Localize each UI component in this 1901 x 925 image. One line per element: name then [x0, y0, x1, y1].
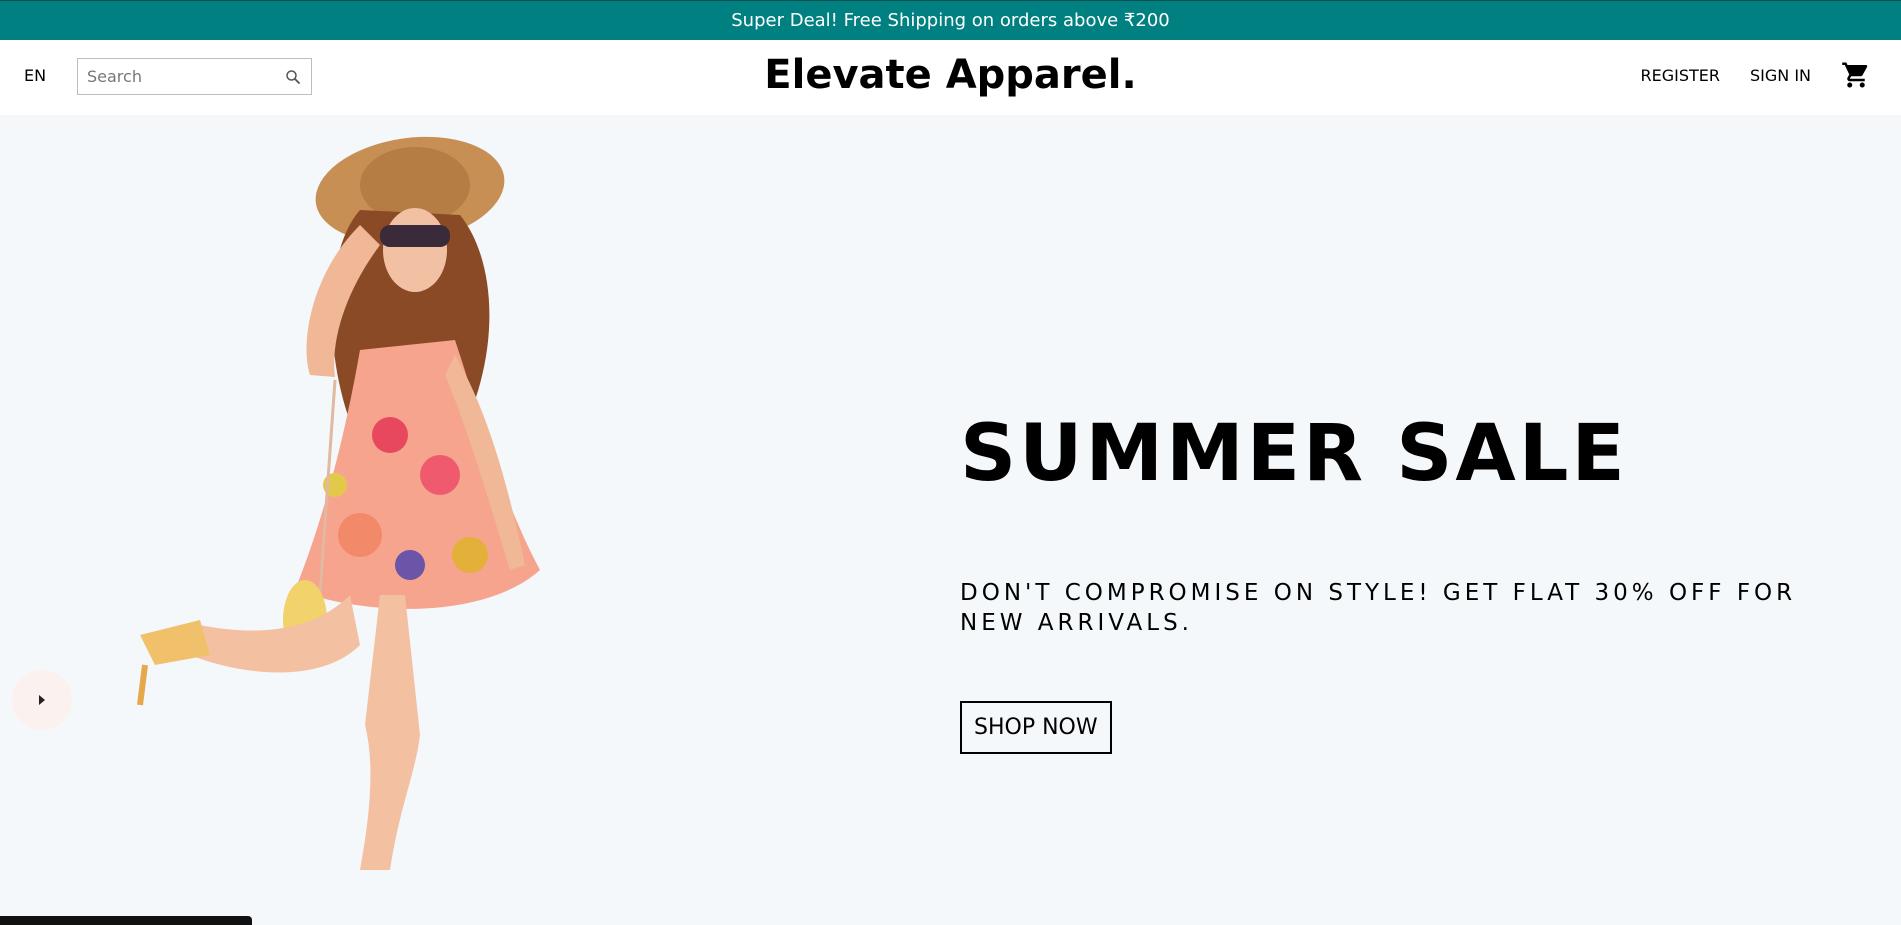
language-selector[interactable]: EN: [24, 66, 46, 85]
nav-actions: REGISTER SIGN IN: [1640, 60, 1871, 90]
announcement-text: Super Deal! Free Shipping on orders abov…: [731, 10, 1170, 31]
navbar: EN Elevate Apparel. REGISTER SIGN IN: [0, 40, 1901, 115]
hero-title: SUMMER SALE: [960, 409, 1628, 499]
announcement-bar: Super Deal! Free Shipping on orders abov…: [0, 0, 1901, 40]
hero-model-image: [137, 136, 540, 870]
register-link[interactable]: REGISTER: [1640, 66, 1720, 85]
slider-prev-button[interactable]: [12, 670, 72, 730]
hero-slider: SUMMER SALE DON'T COMPROMISE ON STYLE! G…: [0, 115, 1901, 925]
shopping-cart-icon[interactable]: [1841, 60, 1871, 90]
search-container: [77, 58, 312, 95]
arrow-left-icon: [39, 695, 45, 705]
hero-description: DON'T COMPROMISE ON STYLE! GET FLAT 30% …: [960, 580, 1797, 636]
hero-info: SUMMER SALE DON'T COMPROMISE ON STYLE! G…: [960, 415, 1860, 754]
search-icon[interactable]: [284, 68, 302, 86]
shop-now-button[interactable]: SHOP NOW: [960, 701, 1112, 754]
signin-link[interactable]: SIGN IN: [1750, 66, 1811, 85]
status-tooltip: [0, 916, 252, 925]
search-input[interactable]: [78, 60, 268, 93]
